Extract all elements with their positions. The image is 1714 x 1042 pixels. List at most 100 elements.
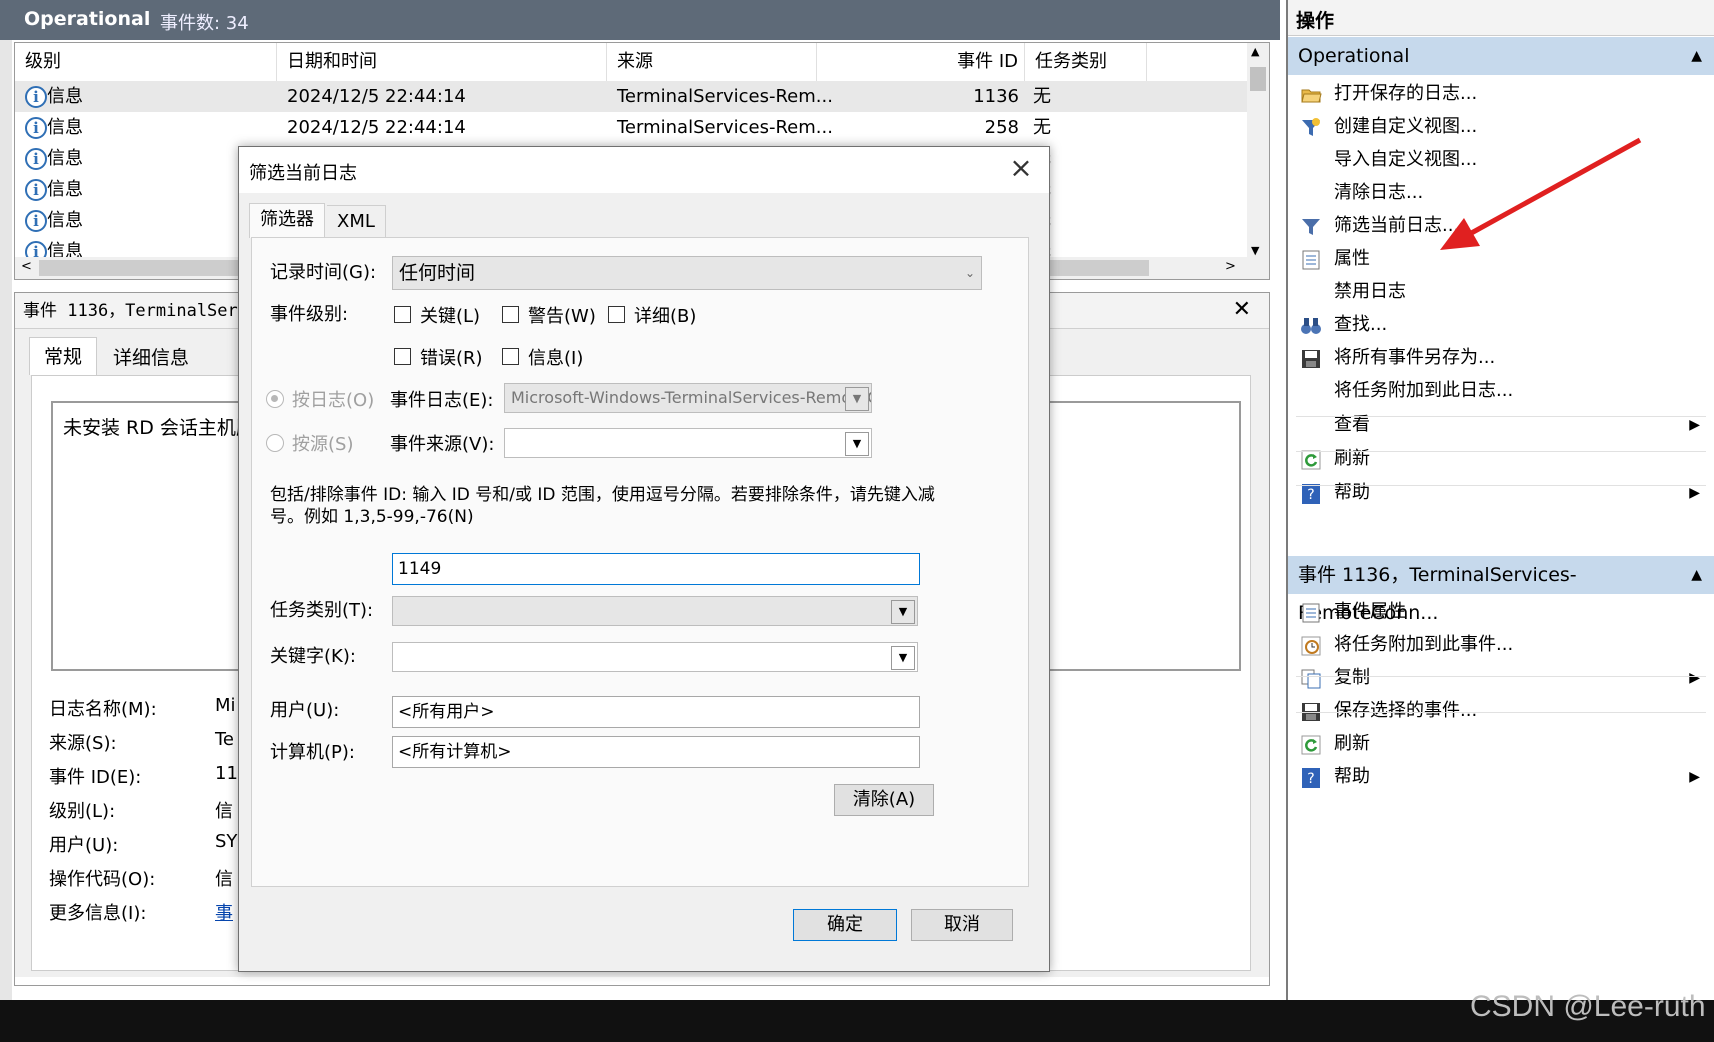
- critical-checkbox[interactable]: [394, 306, 411, 323]
- by-log-radio[interactable]: [266, 390, 284, 408]
- event-id-input[interactable]: 1149: [392, 553, 920, 585]
- scroll-left-icon[interactable]: <: [21, 259, 32, 274]
- event-logs-value: Microsoft-Windows-TerminalServices-Remot…: [511, 388, 872, 407]
- task-category-select[interactable]: ▼: [392, 596, 918, 626]
- close-icon[interactable]: ✕: [1233, 297, 1251, 322]
- action-label: 查看: [1334, 414, 1370, 435]
- table-row[interactable]: i 信息 2024/12/5 22:44:14 TerminalServices…: [15, 81, 1247, 112]
- user-input[interactable]: <所有用户>: [392, 696, 920, 728]
- action-item[interactable]: 将任务附加到此日志...: [1288, 373, 1708, 409]
- row-level: 信息: [47, 86, 83, 107]
- scroll-up-icon[interactable]: ▲: [1251, 45, 1259, 58]
- separator: [1296, 676, 1706, 677]
- event-logs-select[interactable]: Microsoft-Windows-TerminalServices-Remot…: [504, 383, 872, 413]
- filter-tab-panel: 记录时间(G): 任何时间 ⌄ 事件级别: 关键(L) 警告(W) 详细(B) …: [251, 237, 1029, 887]
- action-item[interactable]: 保存选择的事件...: [1288, 693, 1708, 729]
- dropdown-arrow-icon[interactable]: ▼: [891, 646, 915, 670]
- prop-label-opcode: 操作代码(O):: [49, 869, 156, 890]
- more-info-link[interactable]: 事: [215, 899, 233, 925]
- warning-checkbox[interactable]: [502, 306, 519, 323]
- info-icon: i: [25, 241, 47, 258]
- action-item[interactable]: 事件属性: [1288, 594, 1708, 630]
- collapse-icon[interactable]: ▲: [1691, 556, 1702, 594]
- column-header-source[interactable]: 来源: [607, 43, 817, 81]
- table-row[interactable]: i 信息 2024/12/5 22:44:14 TerminalServices…: [15, 112, 1247, 143]
- action-label: 复制: [1334, 667, 1370, 688]
- verbose-checkbox[interactable]: [608, 306, 625, 323]
- action-item[interactable]: 查找...: [1288, 307, 1708, 343]
- section-title: Operational: [1298, 45, 1410, 67]
- action-item[interactable]: 查看 ▶: [1288, 407, 1708, 443]
- ok-button[interactable]: 确定: [793, 909, 897, 941]
- properties-icon: [1300, 601, 1322, 623]
- scroll-right-icon[interactable]: >: [1225, 259, 1236, 274]
- event-sources-select[interactable]: ▼: [504, 428, 872, 458]
- by-log-label: 按日志(O): [292, 390, 375, 411]
- refresh-icon: [1300, 733, 1322, 755]
- action-item[interactable]: 将所有事件另存为...: [1288, 340, 1708, 376]
- tab-details[interactable]: 详细信息: [99, 339, 203, 377]
- actions-section-event[interactable]: 事件 1136，TerminalServices-RemoteConn... ▲: [1288, 556, 1714, 624]
- logged-value: 任何时间: [399, 262, 476, 284]
- row-event-id: 1136: [973, 86, 1019, 107]
- column-header-date[interactable]: 日期和时间: [277, 43, 607, 81]
- row-level: 信息: [47, 179, 83, 200]
- dialog-title: 筛选当前日志: [249, 163, 357, 184]
- scroll-down-icon[interactable]: ▼: [1251, 244, 1259, 257]
- row-source: TerminalServices-Rem...: [617, 117, 833, 138]
- prop-value-log-name: Mi: [215, 695, 236, 716]
- info-icon: i: [25, 148, 47, 170]
- scroll-thumb[interactable]: [1250, 67, 1266, 91]
- information-checkbox[interactable]: [502, 348, 519, 365]
- column-header-event-id[interactable]: 事件 ID: [817, 43, 1025, 81]
- row-level: 信息: [47, 148, 83, 169]
- dialog-close-icon[interactable]: ×: [1003, 151, 1039, 184]
- tab-xml[interactable]: XML: [327, 205, 386, 238]
- column-header-task[interactable]: 任务类别: [1025, 43, 1147, 81]
- info-icon: i: [25, 86, 47, 108]
- by-source-radio[interactable]: [266, 434, 284, 452]
- actions-title: 操作: [1288, 0, 1714, 36]
- collapse-icon[interactable]: ▲: [1691, 37, 1702, 75]
- prop-label-user: 用户(U):: [49, 835, 119, 856]
- prop-value-opcode: 信: [215, 869, 233, 890]
- submenu-arrow-icon: ▶: [1689, 670, 1700, 686]
- row-task: 无: [1033, 86, 1051, 107]
- row-level: 信息: [47, 210, 83, 231]
- properties-icon: [1300, 248, 1322, 270]
- action-item[interactable]: 打开保存的日志...: [1288, 76, 1708, 112]
- action-item[interactable]: 刷新: [1288, 726, 1708, 762]
- taskbar: [0, 1000, 1714, 1042]
- separator: [1296, 485, 1706, 486]
- keywords-select[interactable]: ▼: [392, 642, 918, 672]
- dropdown-arrow-icon[interactable]: ▼: [845, 432, 869, 456]
- column-header-level[interactable]: 级别: [15, 43, 277, 81]
- prop-value-level: 信: [215, 801, 233, 822]
- action-item[interactable]: ? 帮助 ▶: [1288, 759, 1708, 795]
- list-vertical-scrollbar[interactable]: ▲ ▼: [1247, 43, 1269, 259]
- help-icon: ?: [1300, 766, 1322, 788]
- save-icon: [1300, 347, 1322, 369]
- svg-text:?: ?: [1307, 771, 1314, 787]
- action-label: 清除日志...: [1334, 182, 1424, 203]
- computer-label: 计算机(P):: [270, 742, 355, 763]
- copy-icon: [1300, 667, 1322, 689]
- actions-section-operational[interactable]: Operational ▲: [1288, 37, 1714, 75]
- action-item[interactable]: 复制 ▶: [1288, 660, 1708, 696]
- clear-button[interactable]: 清除(A): [834, 784, 934, 816]
- dropdown-arrow-icon[interactable]: ▼: [891, 600, 915, 624]
- computer-input[interactable]: <所有计算机>: [392, 736, 920, 768]
- dropdown-arrow-icon[interactable]: ▼: [845, 387, 869, 411]
- action-item[interactable]: 将任务附加到此事件...: [1288, 627, 1708, 663]
- tab-filter[interactable]: 筛选器: [249, 203, 325, 238]
- action-label: 打开保存的日志...: [1334, 83, 1478, 104]
- folder-open-icon: [1300, 83, 1322, 105]
- logged-select[interactable]: 任何时间 ⌄: [392, 256, 982, 290]
- action-item[interactable]: ? 帮助 ▶: [1288, 475, 1708, 511]
- row-date: 2024/12/5 22:44:14: [287, 117, 466, 138]
- cancel-button[interactable]: 取消: [911, 909, 1013, 941]
- action-item[interactable]: 禁用日志: [1288, 274, 1708, 310]
- tab-general[interactable]: 常规: [29, 337, 98, 375]
- action-item[interactable]: 刷新: [1288, 441, 1708, 477]
- error-checkbox[interactable]: [394, 348, 411, 365]
